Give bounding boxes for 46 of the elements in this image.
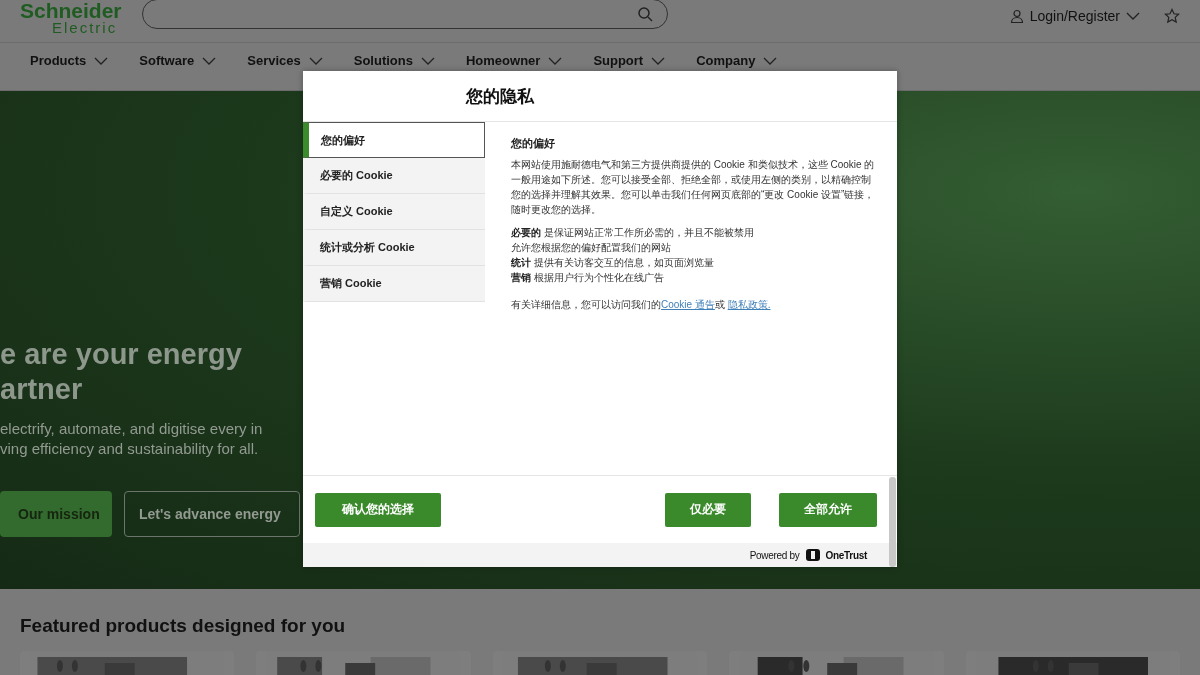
nav-menu-item[interactable]: Solutions <box>353 53 435 68</box>
category-description: 允许您根据您的偏好配置我们的网站 <box>511 241 672 255</box>
scrollbar[interactable] <box>889 477 896 567</box>
category-description: 统计 提供有关访客交互的信息，如页面浏览量 <box>511 256 715 270</box>
nav-menu-item[interactable]: Services <box>247 53 323 68</box>
category-description: 营销 根据用户行为个性化在线广告 <box>511 271 665 285</box>
chevron-icon <box>94 56 109 65</box>
chevron-icon <box>763 56 778 65</box>
necessary-only-button[interactable]: 仅必要 <box>665 492 751 527</box>
brand-name: OneTrust <box>825 549 867 561</box>
category-tab[interactable]: 自定义 Cookie <box>303 194 485 230</box>
privacy-policy-link[interactable]: 隐私政策. <box>727 299 771 310</box>
category-tab[interactable]: 您的偏好 <box>303 122 485 158</box>
chevron-icon <box>308 56 323 65</box>
category-description: 必要的 是保证网站正常工作所必需的，并且不能被禁用 <box>511 226 755 240</box>
search-icon[interactable] <box>636 6 653 22</box>
chevron-icon <box>651 56 666 65</box>
nav-menu-item[interactable]: Homeowner <box>465 53 563 68</box>
brand-logo-icon <box>805 549 820 561</box>
chevron-icon <box>420 56 435 65</box>
chevron-icon <box>202 56 217 65</box>
nav-menu-item[interactable]: Products <box>30 53 109 68</box>
category-tab[interactable]: 统计或分析 Cookie <box>303 230 485 266</box>
category-tab[interactable]: 必要的 Cookie <box>303 158 485 194</box>
dialog-title: 您的隐私 <box>466 85 534 108</box>
hero-button[interactable]: Our mission <box>0 491 112 537</box>
login-link[interactable]: Login/Register <box>1029 8 1120 24</box>
powered-by-text: Powered by <box>749 549 800 561</box>
category-tab[interactable]: 营销 Cookie <box>303 266 485 302</box>
more-info-text: 有关详细信息，您可以访问我们的Cookie 通告或 隐私政策. <box>511 298 772 312</box>
confirm-choices-button[interactable]: 确认您的选择 <box>315 492 441 527</box>
hero-button[interactable]: Let's advance energy <box>124 491 300 537</box>
chevron-icon <box>548 56 563 65</box>
hero-title: e are your energy artner <box>0 337 243 407</box>
description-paragraph: 本网站使用施耐德电气和第三方提供商提供的 Cookie 和类似技术，这些 Cookie 的一般用途如下所述。您可以接受全部、拒绝全部，或使用左侧的类别，以精确控制您的选择并理解其效果。您可以单击我们任何网页底部的“更改 Cookie 设置”链接，随时更改您的选择。 <box>511 158 876 217</box>
cookie-notice-link[interactable]: Cookie 通告 <box>661 299 715 310</box>
allow-all-button[interactable]: 全部允许 <box>779 492 877 527</box>
star-icon[interactable] <box>1164 8 1180 24</box>
nav-menu-item[interactable]: Software <box>139 53 217 68</box>
user-icon <box>1009 9 1024 23</box>
nav-menu-item[interactable]: Company <box>696 53 778 68</box>
content-heading: 您的偏好 <box>511 136 556 151</box>
nav-menu-item[interactable]: Support <box>593 53 666 68</box>
hero-text: electrify, automate, and digitise every in ving efficiency and sustainability for all. <box>0 419 264 459</box>
chevron-icon <box>1126 12 1140 20</box>
section-title: Featured products designed for you <box>20 615 347 637</box>
